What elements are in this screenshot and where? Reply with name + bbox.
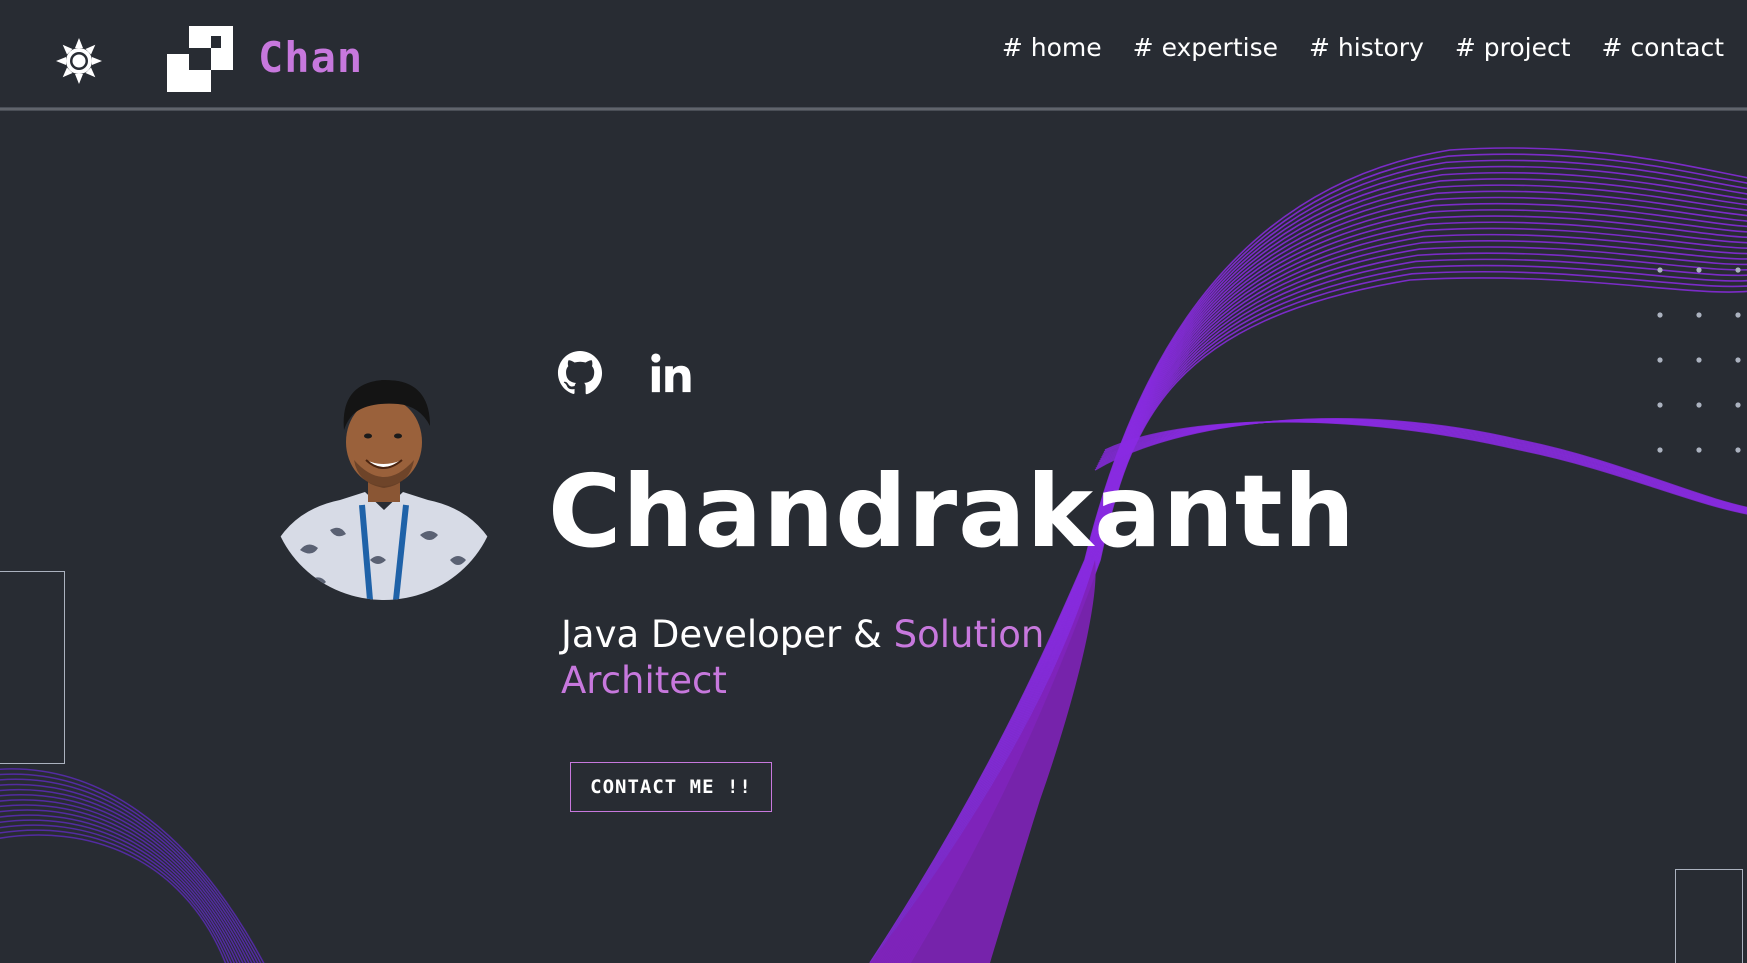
main-nav: # home # expertise # history # project #…	[1002, 33, 1724, 62]
wave-strand	[899, 246, 1747, 963]
wave-strand	[901, 252, 1747, 963]
wave-strand-left	[0, 768, 265, 963]
decorative-dot	[1696, 447, 1702, 453]
hero-role: Java Developer & Solution Architect	[561, 612, 1101, 704]
decorative-dot	[1696, 357, 1702, 363]
wave-strand	[897, 240, 1747, 963]
decorative-frame-right	[1675, 869, 1743, 963]
wave-strand-left	[0, 804, 244, 963]
decorative-dot	[1657, 357, 1663, 363]
nav-item-project[interactable]: # project	[1455, 33, 1571, 62]
nav-item-home[interactable]: # home	[1002, 33, 1102, 62]
decorative-dot-grid	[1657, 267, 1741, 453]
decorative-dot	[1735, 402, 1741, 408]
linkedin-icon[interactable]	[648, 350, 694, 396]
profile-photo	[270, 380, 498, 600]
nav-item-contact[interactable]: # contact	[1602, 33, 1724, 62]
logo-text[interactable]: Chan	[258, 33, 363, 82]
pixel-logo-icon[interactable]	[167, 26, 233, 92]
header-divider	[0, 107, 1747, 111]
decorative-dot	[1735, 447, 1741, 453]
github-icon[interactable]	[557, 350, 603, 396]
decorative-dot	[1735, 357, 1741, 363]
nav-item-history[interactable]: # history	[1309, 33, 1424, 62]
site-header: Chan # home # expertise # history # proj…	[0, 0, 1747, 111]
decorative-dot	[1657, 402, 1663, 408]
decorative-dot	[1657, 267, 1663, 273]
hero-name: Chandrakanth	[548, 453, 1356, 570]
decorative-dot	[1696, 402, 1702, 408]
role-prefix: Java Developer &	[561, 613, 894, 656]
decorative-frame-left	[0, 571, 65, 764]
contact-me-button[interactable]: CONTACT ME !!	[570, 762, 772, 812]
decorative-dot	[1735, 267, 1741, 273]
wave-strand-left	[0, 773, 262, 963]
decorative-dot	[1657, 312, 1663, 318]
decorative-dot	[1657, 447, 1663, 453]
wave-strand	[895, 233, 1747, 963]
nav-item-expertise[interactable]: # expertise	[1133, 33, 1278, 62]
decorative-dot	[1735, 312, 1741, 318]
wave-strand-left	[0, 819, 235, 963]
sun-icon[interactable]	[55, 37, 103, 85]
decorative-dot	[1696, 267, 1702, 273]
portfolio-page: Chan # home # expertise # history # proj…	[0, 0, 1747, 963]
decorative-dot	[1696, 312, 1702, 318]
